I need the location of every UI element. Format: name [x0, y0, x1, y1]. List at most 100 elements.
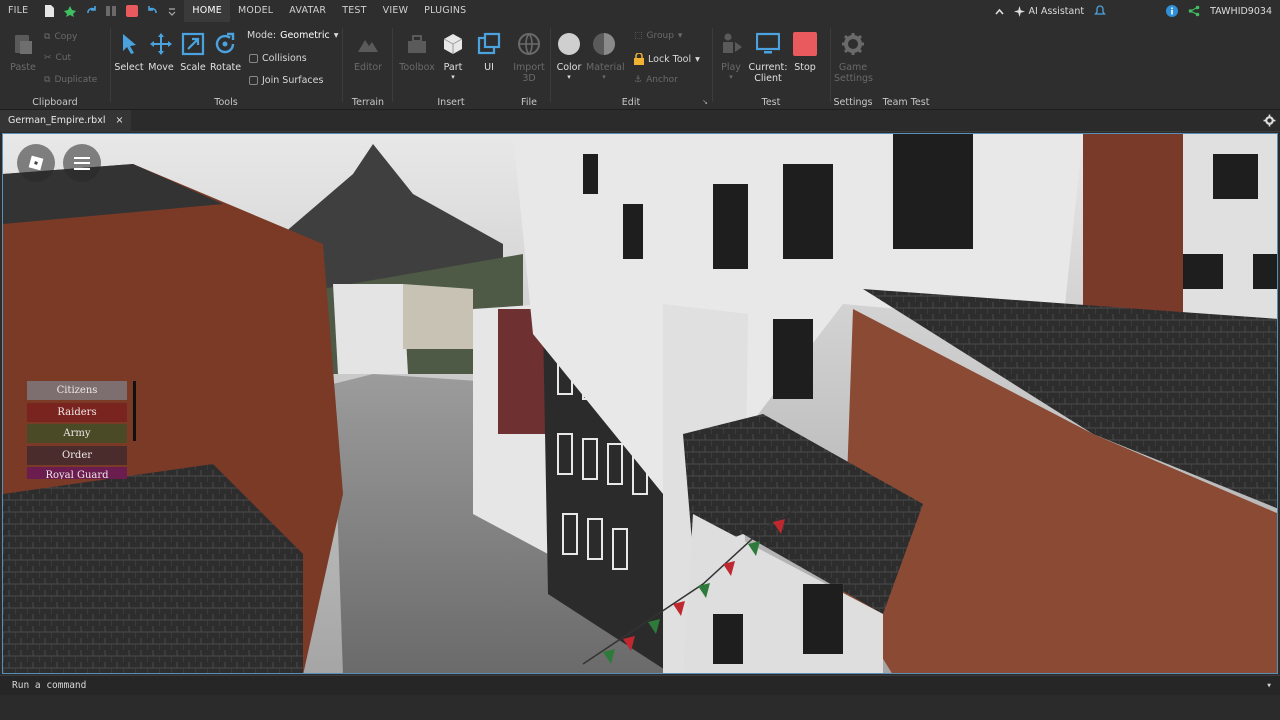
monitor-icon: [755, 32, 781, 54]
notification-icon[interactable]: [1094, 5, 1106, 17]
team-army[interactable]: Army: [27, 424, 127, 444]
chevron-down-icon: ▾: [677, 31, 683, 41]
share-icon[interactable]: [1188, 5, 1200, 17]
select-label: Select: [114, 62, 144, 73]
tab-model[interactable]: MODEL: [230, 0, 281, 22]
ui-button[interactable]: UI: [475, 32, 503, 73]
stop-label: Stop: [794, 62, 816, 73]
toolbox-label: Toolbox: [399, 62, 435, 73]
team-test-group-label: Team Test: [882, 97, 930, 108]
paste-button[interactable]: Paste: [8, 32, 38, 73]
material-icon: [593, 33, 615, 55]
paste-icon: [15, 35, 32, 54]
command-bar[interactable]: Run a command ▾: [0, 675, 1280, 695]
roblox-menu-button[interactable]: [17, 144, 55, 182]
info-icon[interactable]: [1166, 5, 1179, 17]
ribbon-toolbar: Paste ⧉ Copy ✂ Cut ⧉ Duplicate Clipboard Se…: [0, 22, 1280, 110]
edit-group-label: Edit: [621, 97, 641, 108]
rotate-icon: [215, 32, 235, 54]
paste-label: Paste: [10, 62, 36, 73]
chevron-down-icon: ▾: [333, 30, 339, 41]
select-cursor-icon: [123, 34, 136, 54]
duplicate-label: Duplicate: [54, 75, 98, 85]
join-surfaces-toggle[interactable]: Join Surfaces: [249, 75, 323, 86]
chevron-down-icon[interactable]: ▾: [1266, 676, 1272, 696]
chevron-down-icon: ▾: [602, 73, 606, 81]
publish-icon[interactable]: [64, 5, 77, 17]
clipboard-group: Paste ⧉ Copy ✂ Cut ⧉ Duplicate Clipboard: [0, 22, 110, 110]
username-label[interactable]: TAWHID9034: [1210, 6, 1272, 17]
lock-tool-button[interactable]: Lock Tool ▾: [634, 53, 700, 65]
color-button[interactable]: Color ▾: [554, 32, 584, 81]
undo-icon[interactable]: [147, 5, 159, 17]
tab-plugins[interactable]: PLUGINS: [416, 0, 474, 22]
play-icon[interactable]: [106, 5, 117, 17]
separator: [392, 28, 393, 102]
part-button[interactable]: Part ▾: [439, 32, 467, 81]
settings-gear-icon[interactable]: [1263, 114, 1276, 127]
duplicate-button[interactable]: ⧉ Duplicate: [44, 75, 97, 85]
ai-sparkle-icon[interactable]: [1013, 5, 1025, 17]
import-3d-button[interactable]: Import 3D: [512, 32, 546, 84]
hamburger-menu-button[interactable]: [63, 144, 101, 182]
new-file-icon[interactable]: [44, 5, 55, 17]
tab-home[interactable]: HOME: [184, 0, 230, 22]
test-group-label: Test: [761, 97, 781, 108]
hamburger-line: [74, 162, 90, 164]
cut-label: Cut: [55, 53, 72, 63]
separator: [342, 28, 343, 102]
collisions-checkbox[interactable]: [249, 54, 258, 63]
tab-test[interactable]: TEST: [334, 0, 374, 22]
mode-value: Geometric: [280, 30, 330, 41]
customize-icon[interactable]: [168, 5, 176, 17]
terrain-editor-button[interactable]: Editor: [352, 32, 384, 73]
move-button[interactable]: Move: [146, 32, 176, 73]
game-viewport[interactable]: Citizens Raiders Army Order Royal Guard: [2, 133, 1278, 674]
gear-icon: [842, 33, 864, 55]
menu-bar: FILE HOME MODEL AVATAR TEST VIEW PLUGINS…: [0, 0, 1280, 22]
chevron-up-icon[interactable]: [994, 8, 1004, 15]
stop-icon[interactable]: [126, 5, 139, 17]
duplicate-icon: ⧉: [44, 75, 51, 85]
team-citizens[interactable]: Citizens: [27, 381, 127, 400]
settings-group: Game Settings Settings: [832, 22, 874, 110]
file-menu[interactable]: FILE: [0, 0, 36, 22]
mode-dropdown[interactable]: Mode: Geometric ▾: [247, 30, 339, 41]
command-input[interactable]: Run a command: [12, 680, 86, 691]
document-tab[interactable]: German_Empire.rbxl ×: [0, 110, 132, 132]
game-settings-button[interactable]: Game Settings: [834, 32, 873, 84]
select-button[interactable]: Select: [114, 32, 144, 73]
tab-view[interactable]: VIEW: [375, 0, 417, 22]
file-group-label: File: [521, 97, 537, 108]
ai-assistant-button[interactable]: AI Assistant: [1029, 6, 1085, 17]
copy-button[interactable]: ⧉ Copy: [44, 32, 77, 42]
tab-avatar[interactable]: AVATAR: [281, 0, 334, 22]
scale-button[interactable]: Scale: [178, 32, 208, 73]
team-royal-guard[interactable]: Royal Guard: [27, 467, 127, 480]
material-button[interactable]: Material ▾: [586, 32, 625, 81]
current-client-button[interactable]: Current: Client: [748, 32, 788, 84]
team-order[interactable]: Order: [27, 445, 127, 465]
redo-icon[interactable]: [85, 5, 97, 17]
toolbox-button[interactable]: Toolbox: [397, 32, 437, 73]
terrain-group: Editor Terrain: [344, 22, 392, 110]
quick-access-toolbar: [36, 5, 184, 17]
play-person-icon: [723, 33, 742, 53]
group-button[interactable]: ⬚ Group ▾: [634, 31, 682, 41]
close-icon[interactable]: ×: [115, 110, 123, 132]
play-button[interactable]: Play ▾: [716, 32, 746, 81]
chevron-down-icon: ▾: [451, 73, 455, 81]
team-raiders[interactable]: Raiders: [27, 402, 127, 422]
chevron-down-icon: ▾: [567, 73, 571, 81]
team-list-scrollbar[interactable]: [133, 381, 136, 441]
color-circle-icon: [558, 33, 580, 55]
collisions-toggle[interactable]: Collisions: [249, 53, 307, 64]
expand-icon[interactable]: ↘: [702, 98, 708, 106]
hamburger-line: [74, 156, 90, 159]
rotate-button[interactable]: Rotate: [210, 32, 241, 73]
anchor-button[interactable]: ⚓ Anchor: [634, 75, 678, 85]
stop-button[interactable]: Stop: [790, 32, 820, 73]
cut-button[interactable]: ✂ Cut: [44, 53, 71, 63]
join-surfaces-checkbox[interactable]: [249, 76, 258, 85]
globe-icon: [518, 33, 540, 55]
